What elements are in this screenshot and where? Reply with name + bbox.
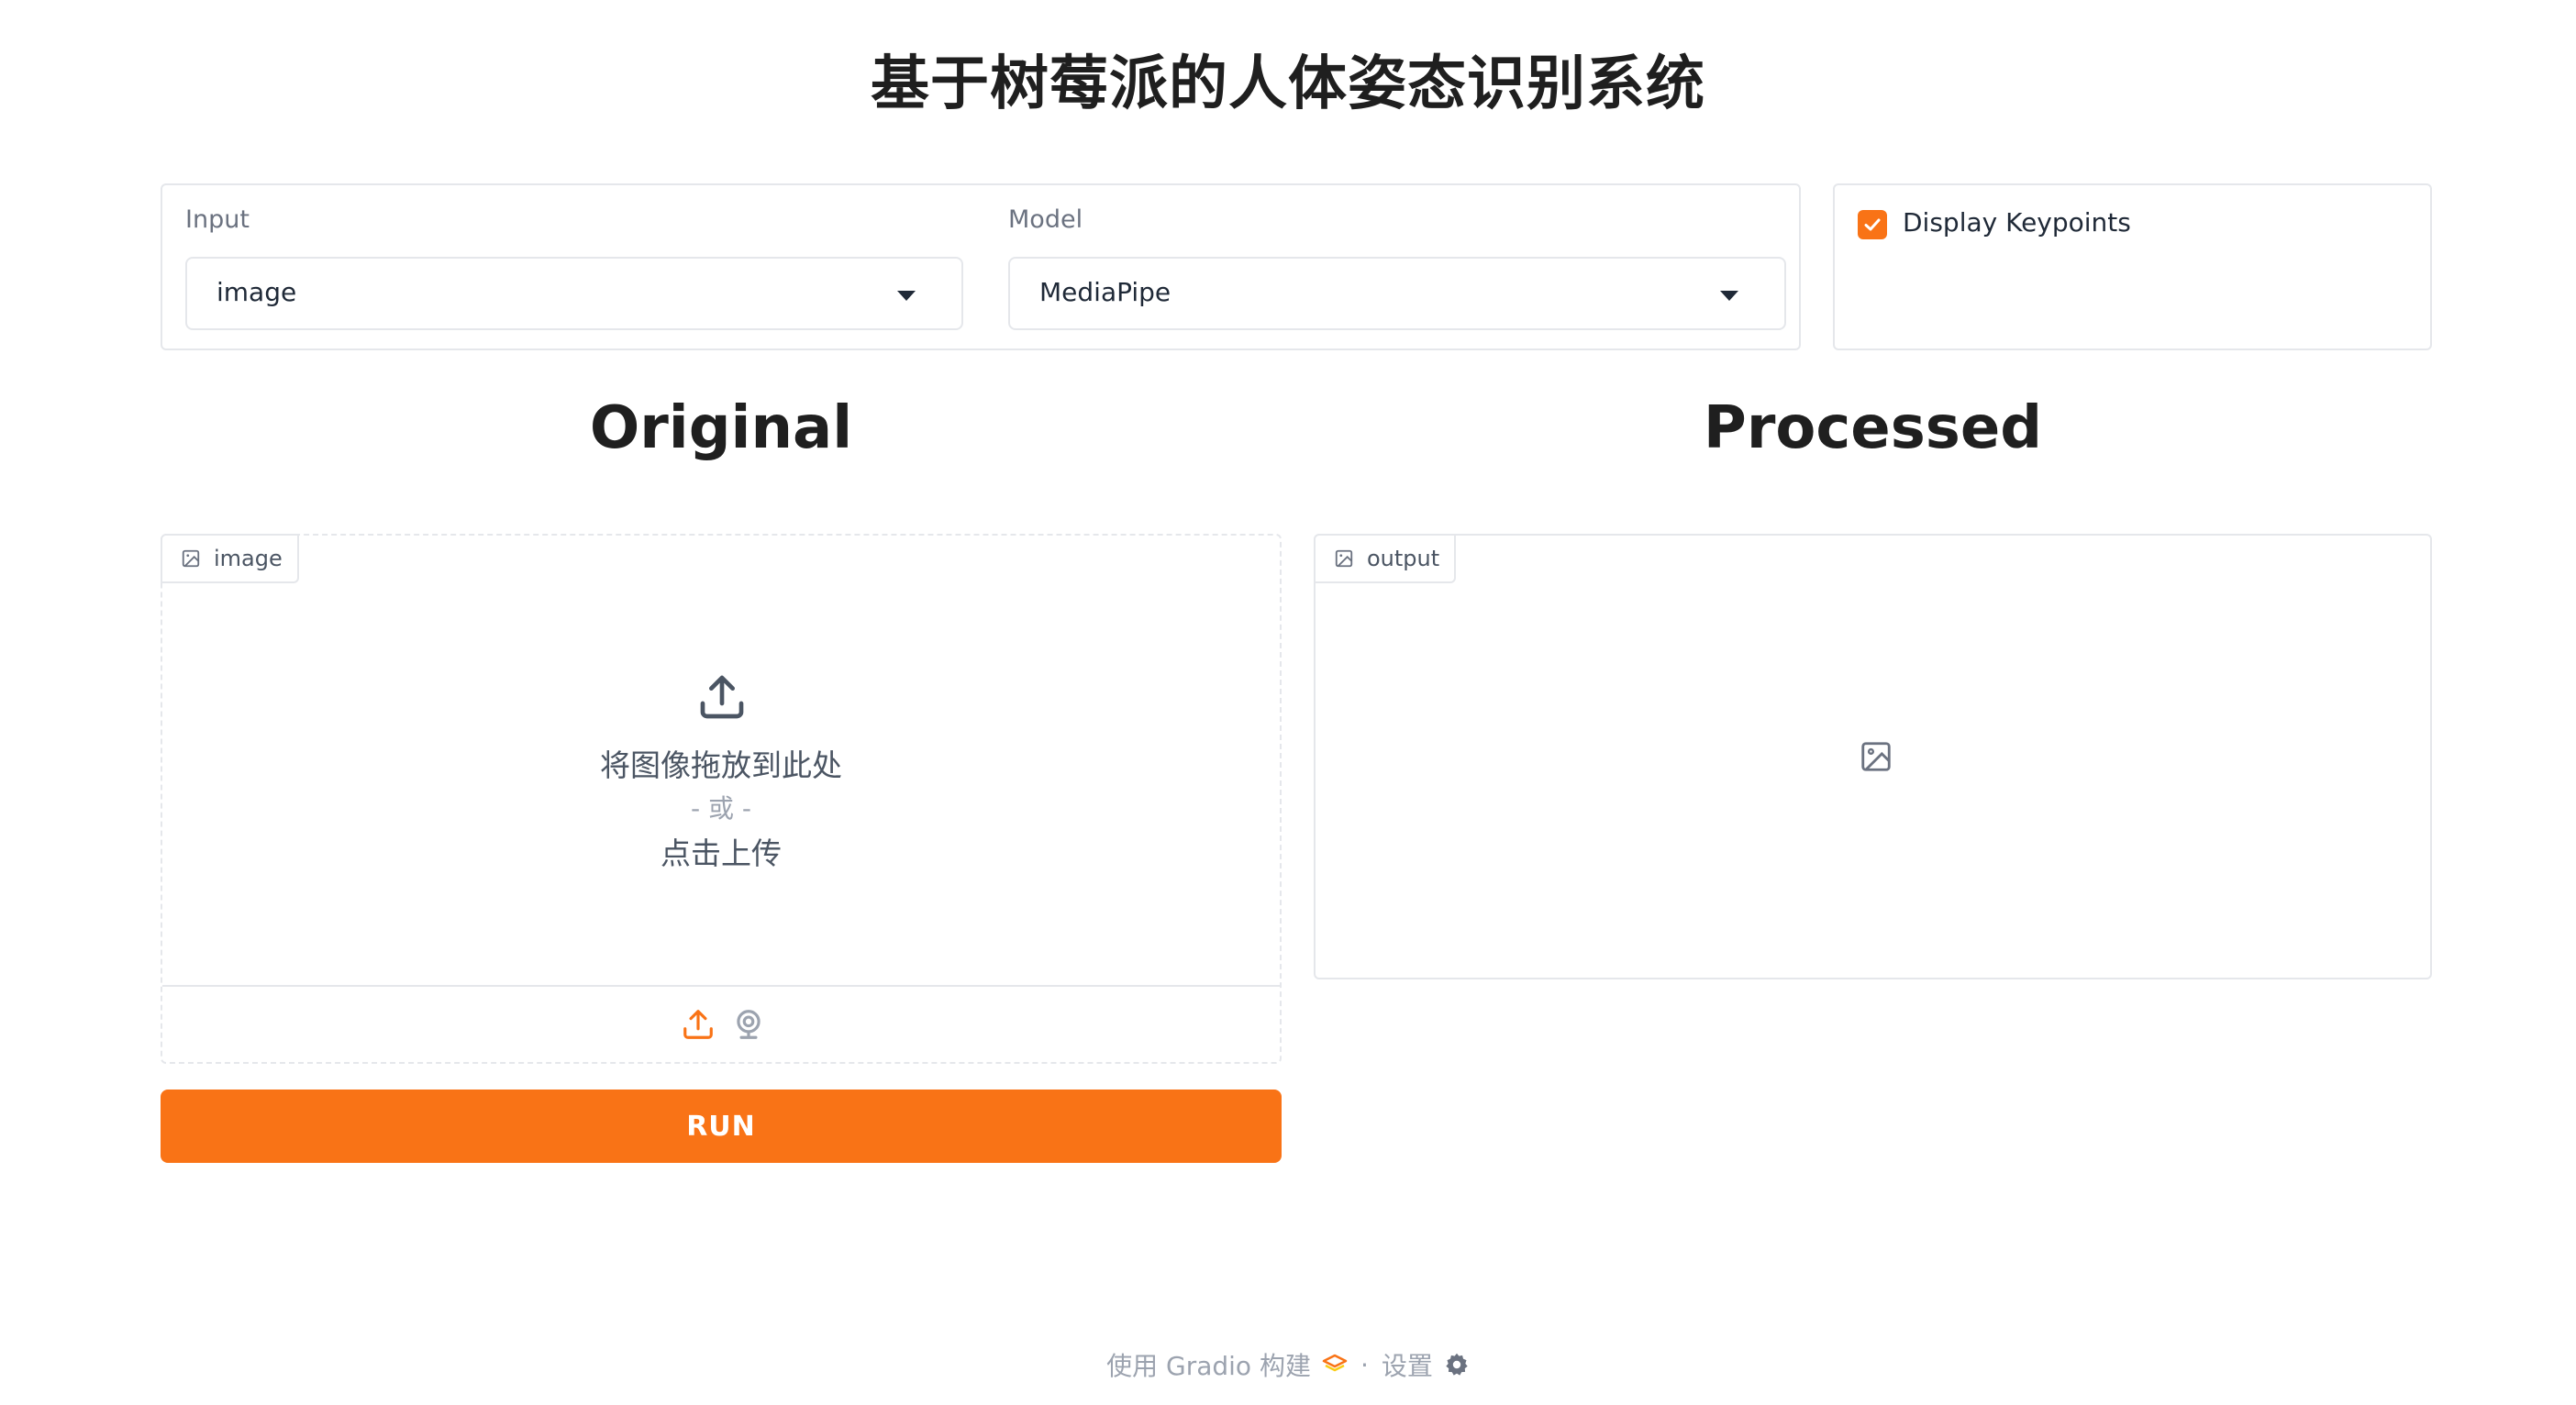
footer-separator: · [1360, 1349, 1369, 1380]
source-upload-button[interactable] [681, 1007, 716, 1042]
upload-icon [683, 1010, 713, 1039]
gradio-logo-icon [1322, 1354, 1348, 1372]
input-dropdown-value: image [217, 277, 297, 307]
drop-or-text: - 或 - [690, 793, 751, 824]
footer: 使用 Gradio 构建 · 设置 [0, 1346, 2576, 1383]
model-label: Model [1008, 205, 1083, 234]
image-placeholder-icon [1861, 742, 1891, 771]
caret-down-icon [897, 291, 916, 301]
upload-icon [700, 675, 744, 719]
display-keypoints-label[interactable]: Display Keypoints [1903, 207, 2131, 238]
image-input-block: image 将图像拖放到此处 - 或 - 点击上传 [161, 534, 1282, 1064]
model-dropdown-value: MediaPipe [1039, 277, 1171, 307]
image-icon [1335, 549, 1353, 568]
source-webcam-button[interactable] [731, 1007, 766, 1042]
image-drop-zone[interactable]: 将图像拖放到此处 - 或 - 点击上传 [162, 536, 1280, 985]
keypoints-panel: Display Keypoints [1833, 183, 2432, 350]
input-label: Input [185, 205, 250, 234]
original-heading: Original [589, 394, 853, 462]
gear-icon [1446, 1353, 1468, 1376]
built-with-gradio-link[interactable]: 使用 Gradio 构建 [1106, 1346, 1348, 1383]
image-output-tag: output [1314, 534, 1457, 583]
click-upload-text: 点击上传 [661, 835, 782, 871]
run-button[interactable]: RUN [161, 1090, 1282, 1163]
settings-link[interactable]: 设置 [1382, 1346, 1470, 1383]
processed-heading: Processed [1703, 394, 2043, 462]
webcam-icon [737, 1010, 761, 1039]
image-output-tag-label: output [1367, 546, 1440, 571]
image-output-block: output [1314, 534, 2432, 979]
gradio-app: 基于树莓派的人体姿态识别系统 Input image Model MediaPi… [0, 0, 2576, 1405]
display-keypoints-checkbox[interactable] [1858, 210, 1887, 239]
drop-instruction-text: 将图像拖放到此处 [600, 747, 842, 783]
caret-down-icon [1720, 291, 1738, 301]
checkmark-icon [1864, 218, 1881, 231]
settings-panel: Input image Model MediaPipe [161, 183, 1801, 350]
image-source-bar [162, 985, 1280, 1062]
input-dropdown[interactable]: image [185, 257, 963, 330]
model-dropdown[interactable]: MediaPipe [1008, 257, 1786, 330]
page-title: 基于树莓派的人体姿态识别系统 [871, 50, 1705, 118]
built-with-gradio-text: 使用 Gradio 构建 [1106, 1351, 1311, 1381]
settings-text: 设置 [1381, 1351, 1433, 1381]
